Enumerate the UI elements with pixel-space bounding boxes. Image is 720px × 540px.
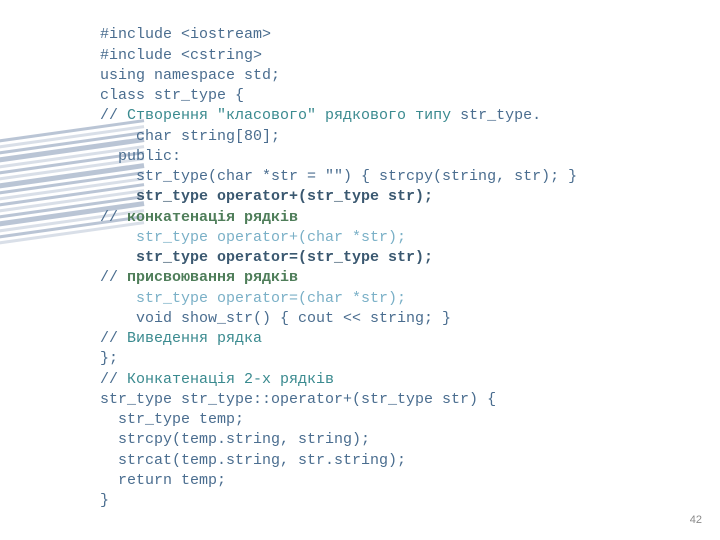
code-line: // конкатенація рядків [100,209,298,226]
code-line: strcat(temp.string, str.string); [100,452,406,469]
code-line: str_type operator=(char *str); [100,290,406,307]
code-line: // Виведення рядка [100,330,262,347]
code-line: #include <cstring> [100,47,262,64]
code-line: // Конкатенація 2-х рядків [100,371,334,388]
code-line: char string[80]; [100,128,280,145]
code-line: str_type operator+(char *str); [100,229,406,246]
code-line: str_type operator+(str_type str); [100,188,433,205]
code-line: } [100,492,109,509]
code-line: #include <iostream> [100,26,271,43]
code-line: str_type(char *str = "") { strcpy(string… [100,168,577,185]
code-line: return temp; [100,472,226,489]
page-number: 42 [690,513,702,528]
decorative-stripes [0,130,65,290]
code-line: // присвоювання рядків [100,269,298,286]
code-line: str_type operator=(str_type str); [100,249,433,266]
code-line: // Створення "класового" рядкового типу … [100,107,541,124]
code-line: str_type str_type::operator+(str_type st… [100,391,496,408]
code-block: #include <iostream> #include <cstring> u… [100,5,577,511]
code-line: strcpy(temp.string, string); [100,431,370,448]
code-line: str_type temp; [100,411,244,428]
code-line: void show_str() { cout << string; } [100,310,451,327]
code-line: using namespace std; [100,67,280,84]
code-line: public: [100,148,181,165]
code-line: class str_type { [100,87,244,104]
code-line: }; [100,350,118,367]
